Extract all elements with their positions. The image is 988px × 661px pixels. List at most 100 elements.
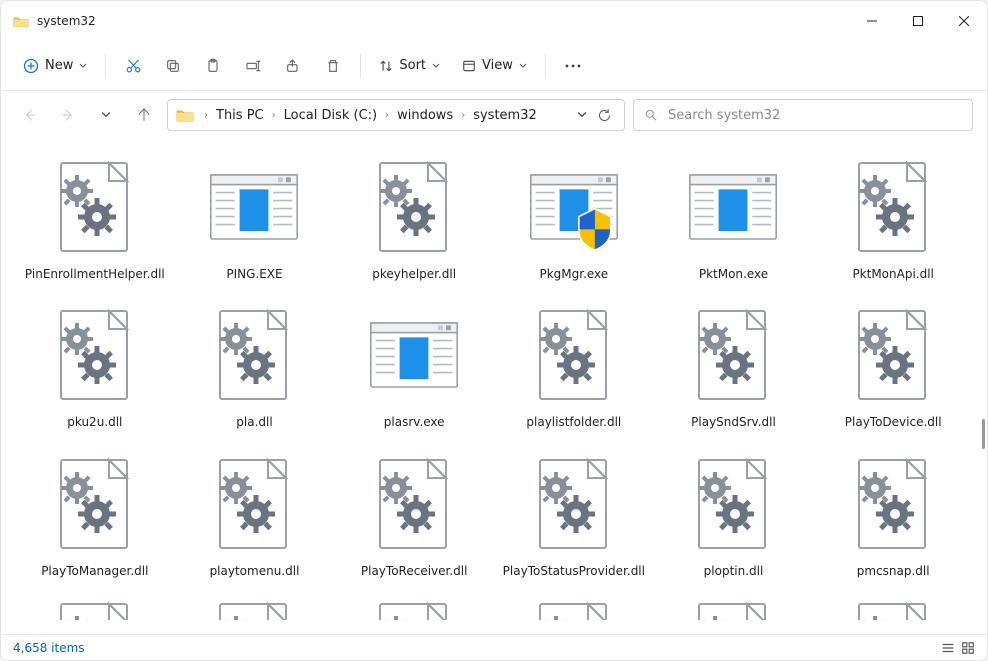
file-pane: PinEnrollmentHelper.dll PING.EXE pkeyhelpe… [1,139,987,634]
file-name: ploptin.dll [704,564,764,578]
chevron-down-icon [519,62,527,70]
share-icon [285,58,301,74]
chevron-right-icon[interactable]: › [202,110,210,121]
file-item[interactable]: pkeyhelper.dll [338,147,490,285]
file-item[interactable] [179,592,331,624]
ellipsis-icon [565,64,581,68]
command-bar: New Sort View [1,41,987,91]
icons-view-icon[interactable] [961,641,975,655]
file-name: pku2u.dll [67,415,122,429]
file-item[interactable] [19,592,171,624]
folder-icon [176,108,194,122]
file-item[interactable]: playlistfolder.dll [498,295,650,433]
breadcrumb[interactable]: Local Disk (C:) [280,106,381,125]
file-name: PING.EXE [226,267,282,281]
file-item[interactable] [817,592,969,624]
file-thumbnail [845,596,941,620]
file-item[interactable]: PlaySndSrv.dll [658,295,810,433]
plus-circle-icon [23,58,39,74]
paste-button[interactable] [194,49,232,83]
file-item[interactable]: PlayToManager.dll [19,444,171,582]
file-item[interactable]: PkgMgr.exe [498,147,650,285]
file-item[interactable]: playtomenu.dll [179,444,331,582]
sort-button[interactable]: Sort [369,52,450,79]
details-view-icon[interactable] [941,641,955,655]
file-name: playtomenu.dll [210,564,300,578]
navigation-row: › This PC › Local Disk (C:) › windows › … [1,91,987,139]
file-explorer-window: system32 New Sort View [0,0,988,661]
file-thumbnail [206,151,302,263]
up-button[interactable] [129,100,159,130]
file-thumbnail [526,596,622,620]
file-thumbnail [206,596,302,620]
cut-button[interactable] [114,49,152,83]
file-thumbnail [366,151,462,263]
forward-button[interactable] [53,100,83,130]
file-item[interactable]: ploptin.dll [658,444,810,582]
file-name: pmcsnap.dll [857,564,930,578]
file-item[interactable]: PktMonApi.dll [817,147,969,285]
file-item[interactable] [338,592,490,624]
delete-button[interactable] [314,49,352,83]
file-item[interactable]: pla.dll [179,295,331,433]
file-item[interactable]: plasrv.exe [338,295,490,433]
copy-button[interactable] [154,49,192,83]
file-item[interactable] [658,592,810,624]
file-grid: PinEnrollmentHelper.dll PING.EXE pkeyhelpe… [19,147,969,624]
file-name: plasrv.exe [384,415,445,429]
file-item[interactable]: PING.EXE [179,147,331,285]
file-item[interactable]: pku2u.dll [19,295,171,433]
trash-icon [325,58,341,74]
file-name: PlayToDevice.dll [845,415,942,429]
file-name: PkgMgr.exe [539,267,608,281]
item-count: 4,658 items [13,641,85,655]
file-thumbnail [685,448,781,560]
file-thumbnail [526,299,622,411]
new-label: New [45,58,73,73]
view-icon [462,59,476,73]
search-input[interactable] [668,108,962,123]
breadcrumb[interactable]: system32 [469,106,541,125]
file-thumbnail [526,448,622,560]
close-button[interactable] [941,1,987,41]
window-title: system32 [37,14,849,28]
breadcrumb[interactable]: windows [393,106,457,125]
file-item[interactable] [498,592,650,624]
file-thumbnail [685,299,781,411]
file-thumbnail [685,151,781,263]
file-item[interactable]: PlayToStatusProvider.dll [498,444,650,582]
more-button[interactable] [554,49,592,83]
status-bar: 4,658 items [1,634,987,660]
file-item[interactable]: PlayToReceiver.dll [338,444,490,582]
file-thumbnail [47,151,143,263]
breadcrumb[interactable]: This PC [212,106,268,125]
chevron-right-icon[interactable]: › [459,110,467,121]
address-bar[interactable]: › This PC › Local Disk (C:) › windows › … [167,99,625,131]
file-thumbnail [845,151,941,263]
clipboard-icon [205,58,221,74]
view-button[interactable]: View [452,52,537,79]
file-thumbnail [366,596,462,620]
file-item[interactable]: PlayToDevice.dll [817,295,969,433]
sort-label: Sort [399,58,426,73]
chevron-right-icon[interactable]: › [270,110,278,121]
file-name: PlayToReceiver.dll [361,564,468,578]
maximize-button[interactable] [895,1,941,41]
rename-button[interactable] [234,49,272,83]
recent-button[interactable] [91,100,121,130]
scrollbar[interactable] [982,419,985,449]
file-thumbnail [47,596,143,620]
back-button[interactable] [15,100,45,130]
folder-icon [13,15,29,28]
new-button[interactable]: New [13,52,97,80]
file-item[interactable]: pmcsnap.dll [817,444,969,582]
minimize-button[interactable] [849,1,895,41]
chevron-down-icon[interactable] [577,110,587,120]
file-item[interactable]: PinEnrollmentHelper.dll [19,147,171,285]
file-item[interactable]: PktMon.exe [658,147,810,285]
chevron-down-icon [432,62,440,70]
refresh-icon[interactable] [597,108,612,123]
share-button[interactable] [274,49,312,83]
search-box[interactable] [633,99,973,131]
chevron-right-icon[interactable]: › [383,110,391,121]
